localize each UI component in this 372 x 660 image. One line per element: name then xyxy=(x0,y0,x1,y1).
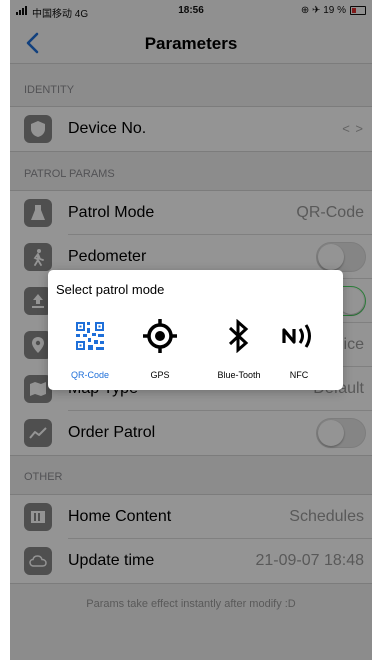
option-nfc[interactable]: NFC xyxy=(264,314,334,384)
qr-code-icon xyxy=(72,318,108,354)
dialog-title: Select patrol mode xyxy=(56,282,165,297)
parameters-screen: 中国移动 4G 18:56 ⊕ ✈ 19 % Parameters IDENTI… xyxy=(10,0,372,660)
bluetooth-icon xyxy=(221,318,257,354)
option-label: NFC xyxy=(289,370,309,380)
option-gps[interactable]: GPS xyxy=(125,314,195,384)
nfc-icon xyxy=(281,318,317,354)
option-qr-code[interactable]: QR-Code xyxy=(55,314,125,384)
patrol-mode-dialog: Select patrol mode QR-Code GPS Blue-Toot… xyxy=(48,270,343,390)
option-label: QR-Code xyxy=(70,370,109,380)
gps-icon xyxy=(142,318,178,354)
option-label: GPS xyxy=(150,370,170,380)
